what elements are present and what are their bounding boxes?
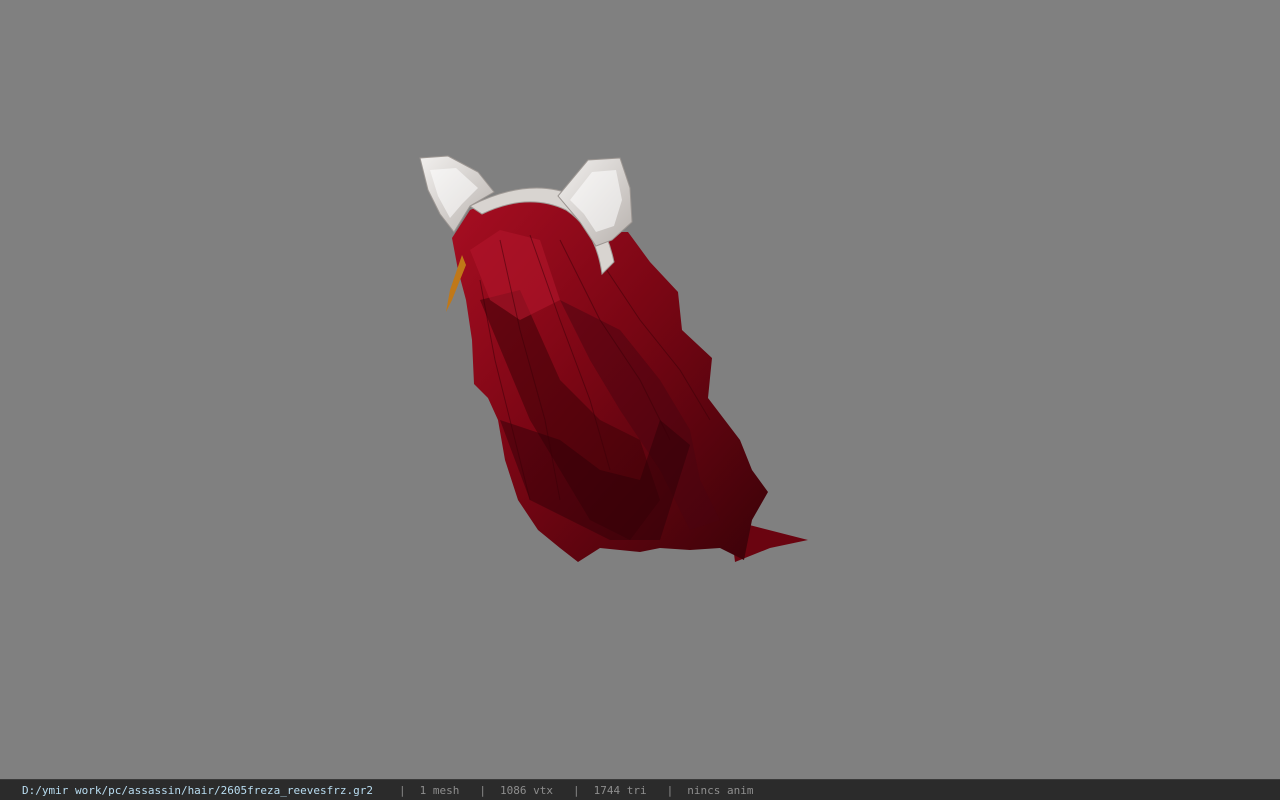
status-bar: D:/ymir work/pc/assassin/hair/2605freza_…: [0, 779, 1280, 800]
status-separator: |: [479, 783, 486, 797]
3d-viewport[interactable]: [0, 0, 1280, 779]
status-separator: |: [666, 783, 674, 797]
triangle-count: 1744 tri: [593, 783, 647, 797]
status-separator: |: [399, 783, 406, 797]
vertex-count: 1086 vtx: [500, 783, 553, 797]
status-separator: |: [572, 783, 580, 797]
hair-model: [419, 155, 808, 562]
anim-status: nincs anim: [687, 783, 754, 797]
mesh-count: 1 mesh: [419, 783, 460, 797]
file-path: D:/ymir work/pc/assassin/hair/2605freza_…: [22, 783, 373, 797]
